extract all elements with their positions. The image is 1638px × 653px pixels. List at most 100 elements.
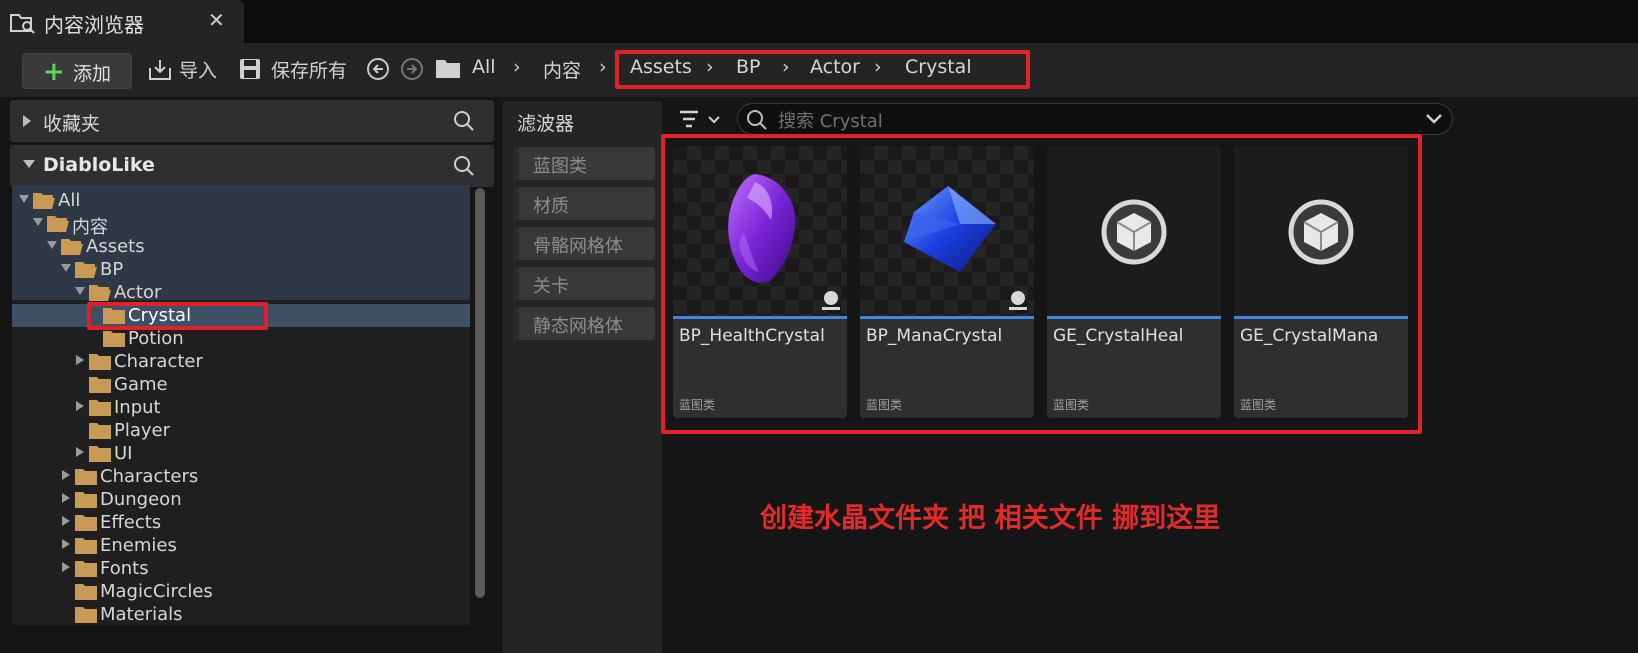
folder-open-icon [47, 216, 69, 232]
tree-item-characters[interactable]: Characters [12, 465, 470, 488]
folder-icon [103, 331, 125, 347]
tree-item-character[interactable]: Character [12, 350, 470, 373]
tree-item-内容[interactable]: 内容 [12, 212, 470, 238]
chevron-right-icon: › [513, 56, 521, 78]
tree-item-materials[interactable]: Materials [12, 603, 470, 625]
tree-item-all[interactable]: All [12, 189, 470, 212]
triangle-down-icon[interactable] [46, 239, 58, 251]
triangle-right-icon[interactable] [74, 446, 86, 458]
tree-item-label: Fonts [100, 558, 149, 579]
triangle-right-icon[interactable] [60, 561, 72, 573]
folder-icon [75, 607, 97, 623]
tab-content-browser[interactable]: 内容浏览器 ✕ [0, 0, 244, 43]
tree-item-game[interactable]: Game [12, 373, 470, 396]
tree-item-enemies[interactable]: Enemies [12, 534, 470, 557]
tree-item-label: Actor [114, 282, 162, 303]
folder-icon [75, 469, 97, 485]
project-header[interactable]: DiabloLike [10, 145, 494, 187]
tree-item-label: Materials [100, 604, 183, 625]
favorites-title: 收藏夹 [43, 113, 101, 135]
filter-icon [680, 110, 720, 128]
folder-open-icon [75, 262, 97, 278]
import-button[interactable]: 导入 [147, 54, 217, 86]
search-icon [747, 110, 767, 130]
triangle-down-icon[interactable] [60, 262, 72, 274]
tree-item-label: UI [114, 443, 133, 464]
tree-scrollbar[interactable] [475, 188, 485, 598]
search-input[interactable]: 搜索 Crystal [737, 103, 1453, 135]
filter-chip-material[interactable]: 材质 [513, 187, 655, 220]
filter-chip-label: 静态网格体 [533, 316, 623, 337]
tree-item-effects[interactable]: Effects [12, 511, 470, 534]
tree-item-fonts[interactable]: Fonts [12, 557, 470, 580]
tree-item-potion[interactable]: Potion [12, 327, 470, 350]
favorites-header[interactable]: 收藏夹 [10, 100, 494, 142]
import-label: 导入 [179, 60, 218, 82]
triangle-down-icon [23, 160, 35, 168]
tab-title: 内容浏览器 [44, 13, 144, 37]
assets-highlight [661, 134, 1422, 434]
search-placeholder: 搜索 Crystal [778, 111, 883, 132]
filter-chip-label: 蓝图类 [533, 156, 587, 177]
tree-item-player[interactable]: Player [12, 419, 470, 442]
breadcrumb-content[interactable]: 内容 [543, 56, 581, 83]
breadcrumb-highlight [615, 50, 1030, 89]
tree-item-label: BP [100, 259, 124, 280]
close-icon[interactable]: ✕ [208, 8, 225, 32]
tree-item-magiccircles[interactable]: MagicCircles [12, 580, 470, 603]
chevron-down-icon[interactable] [1426, 114, 1442, 124]
tab-bar: 内容浏览器 ✕ [0, 0, 1638, 43]
tree-item-label: Characters [100, 466, 199, 487]
triangle-right-icon[interactable] [60, 469, 72, 481]
tree-item-label: Character [114, 351, 203, 372]
triangle-down-icon[interactable] [74, 285, 86, 297]
tree-item-bp[interactable]: BP [12, 258, 470, 281]
tree-item-assets[interactable]: Assets [12, 235, 470, 258]
tree-item-actor[interactable]: Actor [12, 281, 470, 304]
filters-panel: 滤波器 蓝图类 材质 骨骼网格体 关卡 静态网格体 [503, 101, 662, 653]
chevron-right-icon: › [599, 56, 607, 78]
tree-item-label: Player [114, 420, 171, 441]
triangle-right-icon[interactable] [74, 400, 86, 412]
folder-icon [75, 561, 97, 577]
folder-tree: All 内容 Assets BP Actor Crystal Potion Character… [12, 185, 470, 625]
folder-icon [89, 423, 111, 439]
tree-item-input[interactable]: Input [12, 396, 470, 419]
triangle-right-icon[interactable] [74, 354, 86, 366]
folder-icon [89, 446, 111, 462]
crystal-folder-highlight [87, 302, 268, 330]
back-button[interactable] [367, 58, 389, 80]
tree-item-label: Assets [86, 236, 145, 257]
search-icon[interactable] [453, 110, 475, 132]
save-all-label: 保存所有 [271, 60, 348, 82]
folder-icon[interactable] [435, 57, 461, 79]
add-button[interactable]: + 添加 [22, 53, 132, 89]
filter-chip-label: 关卡 [533, 276, 569, 297]
folder-icon [75, 515, 97, 531]
filter-chip-label: 材质 [533, 196, 569, 217]
add-button-label: 添加 [73, 63, 112, 85]
filter-dropdown-button[interactable] [679, 108, 725, 132]
filter-chip-blueprint[interactable]: 蓝图类 [513, 147, 655, 180]
forward-button[interactable] [401, 58, 423, 80]
triangle-right-icon[interactable] [60, 515, 72, 527]
folder-icon [75, 584, 97, 600]
filter-chip-label: 骨骼网格体 [533, 236, 623, 257]
triangle-right-icon[interactable] [60, 538, 72, 550]
triangle-down-icon[interactable] [32, 216, 44, 228]
tree-item-label: Potion [128, 328, 184, 349]
tree-item-label: MagicCircles [100, 581, 213, 602]
filter-chip-level[interactable]: 关卡 [513, 267, 655, 300]
filter-chip-static-mesh[interactable]: 静态网格体 [513, 307, 655, 340]
triangle-right-icon[interactable] [60, 492, 72, 504]
tree-item-ui[interactable]: UI [12, 442, 470, 465]
save-all-button[interactable]: 保存所有 [239, 54, 349, 86]
triangle-down-icon[interactable] [18, 193, 30, 205]
breadcrumb-all[interactable]: All [472, 56, 496, 78]
tree-item-label: Effects [100, 512, 162, 533]
tree-item-dungeon[interactable]: Dungeon [12, 488, 470, 511]
content-browser-icon [10, 14, 35, 34]
search-icon[interactable] [453, 155, 475, 177]
folder-icon [89, 377, 111, 393]
filter-chip-skeletal-mesh[interactable]: 骨骼网格体 [513, 227, 655, 260]
